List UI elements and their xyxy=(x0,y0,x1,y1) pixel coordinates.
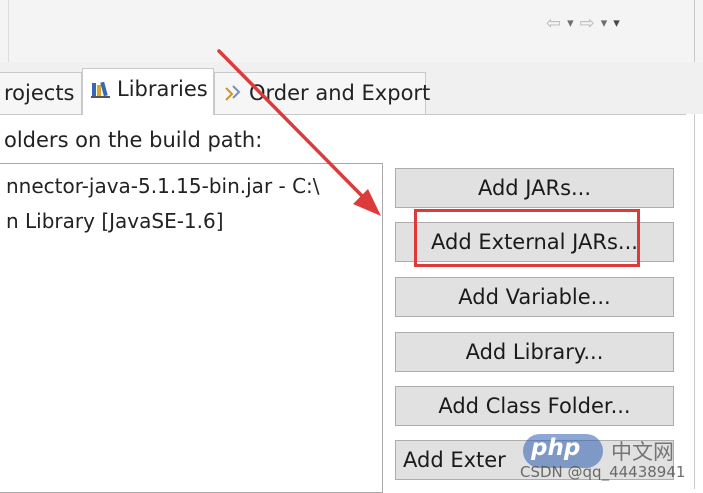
add-jars-button[interactable]: Add JARs... xyxy=(395,168,674,208)
order-export-icon xyxy=(225,85,241,101)
window-left-edge xyxy=(8,0,9,62)
forward-arrow-icon[interactable]: ⇨ xyxy=(580,14,595,34)
forward-dropdown-icon[interactable]: ▾ xyxy=(601,14,608,34)
add-class-folder-button[interactable]: Add Class Folder... xyxy=(395,386,674,426)
tab-order-and-export[interactable]: Order and Export xyxy=(214,72,430,114)
tab-projects[interactable]: rojects xyxy=(0,72,82,114)
build-path-list[interactable]: nnector-java-5.1.15-bin.jar - C:\ n Libr… xyxy=(0,163,383,493)
view-menu-icon[interactable]: ▾ xyxy=(613,14,620,34)
tab-libraries[interactable]: Libraries xyxy=(82,68,214,115)
back-arrow-icon[interactable]: ⇦ xyxy=(546,14,561,34)
tab-projects-label: rojects xyxy=(4,81,75,105)
tab-order-label: Order and Export xyxy=(249,81,431,105)
tab-libraries-label: Libraries xyxy=(117,77,208,101)
add-library-button[interactable]: Add Library... xyxy=(395,332,674,372)
navigation-toolbar: ⇦ ▾ ⇨ ▾ ▾ xyxy=(546,14,620,34)
list-item[interactable]: n Library [JavaSE-1.6] xyxy=(6,209,224,233)
watermark: php 中文网 CSDN @qq_44438941 xyxy=(505,432,695,489)
build-path-label: olders on the build path: xyxy=(4,128,263,152)
add-variable-button[interactable]: Add Variable... xyxy=(395,277,674,317)
watermark-cn-text: 中文网 xyxy=(611,440,674,464)
back-dropdown-icon[interactable]: ▾ xyxy=(567,14,574,34)
libraries-icon xyxy=(91,81,110,98)
list-item[interactable]: nnector-java-5.1.15-bin.jar - C:\ xyxy=(6,174,320,198)
php-logo-text: php xyxy=(531,435,581,461)
watermark-csdn-text: CSDN @qq_44438941 xyxy=(520,463,686,481)
add-external-jars-button[interactable]: Add External JARs... xyxy=(395,222,674,262)
